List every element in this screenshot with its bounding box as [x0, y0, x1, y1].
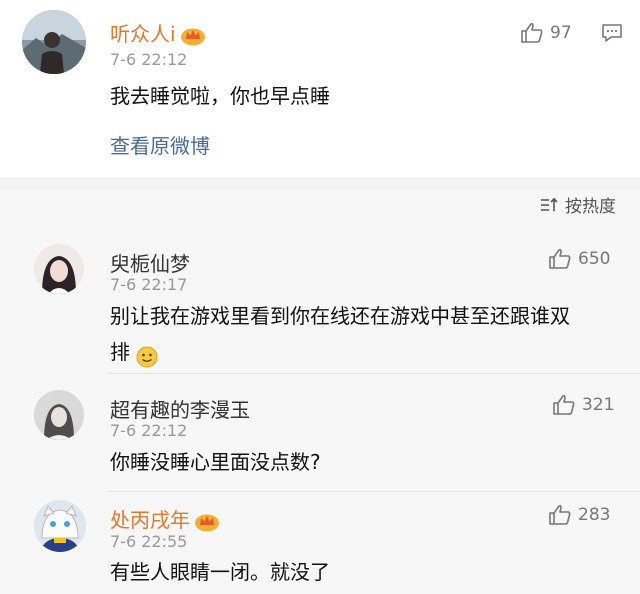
comment-avatar[interactable] [34, 390, 84, 440]
comment-text-continued: 排 [110, 334, 158, 370]
comment-like-count: 321 [582, 395, 615, 415]
comment-timestamp: 7-6 22:55 [110, 532, 188, 551]
thumbs-up-icon [521, 22, 543, 43]
comment-username[interactable]: 臾栀仙梦 [110, 248, 190, 277]
comment-item: 臾栀仙梦 7-6 22:17 650 别让我在游戏里看到你在线还在游戏中甚至还跟… [0, 226, 640, 374]
comment-like-button[interactable]: 321 [552, 394, 614, 416]
comment-like-button[interactable]: 283 [548, 504, 610, 526]
comment-username[interactable]: 超有趣的李漫玉 [110, 394, 250, 423]
comment-list: 臾栀仙梦 7-6 22:17 650 别让我在游戏里看到你在线还在游戏中甚至还跟… [0, 226, 640, 594]
crown-vip-icon [180, 26, 206, 46]
smile-emoji [136, 343, 158, 367]
comment-text: 你睡没睡心里面没点数? [110, 450, 321, 474]
post-username[interactable]: 听众人i [110, 18, 206, 47]
sort-icon [541, 197, 558, 211]
comment-username[interactable]: 处丙戌年 [110, 504, 220, 533]
post-avatar[interactable] [22, 10, 86, 74]
comment-timestamp: 7-6 22:12 [110, 421, 188, 440]
original-post: 听众人i 7-6 22:12 97 我去睡觉啦，你也早点睡 查看原微博 [0, 0, 640, 178]
comment-text: 别让我在游戏里看到你在线还在游戏中甚至还跟谁双 [110, 304, 570, 328]
comment-timestamp: 7-6 22:17 [110, 275, 188, 294]
post-text: 我去睡觉啦，你也早点睡 [110, 84, 330, 108]
comment-like-count: 283 [578, 505, 611, 525]
comment-icon[interactable] [601, 23, 623, 47]
section-divider [0, 178, 640, 190]
thumbs-up-icon [553, 394, 575, 415]
comment-like-button[interactable]: 650 [548, 248, 610, 270]
comment-item: 超有趣的李漫玉 7-6 22:12 321 你睡没睡心里面没点数? [0, 374, 640, 492]
sort-bar: 按热度 [0, 190, 640, 226]
post-like-button[interactable]: 97 [520, 22, 572, 44]
thumbs-up-icon [549, 248, 571, 269]
comment-avatar[interactable] [34, 500, 86, 552]
crown-vip-icon [194, 512, 220, 532]
thumbs-up-icon [549, 504, 571, 525]
comment-like-count: 650 [578, 249, 611, 269]
comment-text: 有些人眼睛一闭。就没了 [110, 560, 330, 584]
comment-item: 处丙戌年 7-6 22:55 283 有些人眼睛一闭。就没了 [0, 492, 640, 594]
sort-label: 按热度 [565, 197, 616, 217]
post-like-count: 97 [550, 23, 572, 43]
comment-avatar[interactable] [34, 244, 84, 294]
sort-by-hot-button[interactable]: 按热度 [539, 192, 616, 217]
view-original-link[interactable]: 查看原微博 [110, 130, 210, 159]
post-timestamp: 7-6 22:12 [110, 50, 188, 69]
